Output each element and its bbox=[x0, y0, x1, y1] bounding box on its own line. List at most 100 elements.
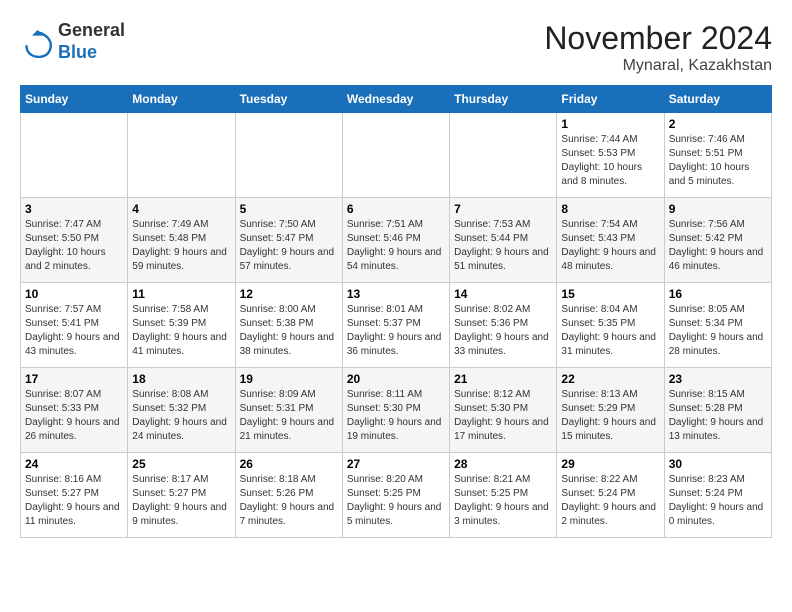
day-number: 24 bbox=[25, 457, 123, 471]
day-info: Sunrise: 8:05 AMSunset: 5:34 PMDaylight:… bbox=[669, 303, 767, 359]
day-info: Sunrise: 8:16 AMSunset: 5:27 PMDaylight:… bbox=[25, 473, 123, 529]
day-number: 4 bbox=[132, 202, 230, 216]
day-number: 20 bbox=[347, 372, 445, 386]
calendar-week-row: 10 Sunrise: 7:57 AMSunset: 5:41 PMDayligh… bbox=[21, 283, 772, 368]
logo-icon bbox=[20, 26, 52, 58]
day-number: 5 bbox=[240, 202, 338, 216]
day-number: 18 bbox=[132, 372, 230, 386]
day-number: 25 bbox=[132, 457, 230, 471]
day-info: Sunrise: 8:18 AMSunset: 5:26 PMDaylight:… bbox=[240, 473, 338, 529]
day-info: Sunrise: 8:00 AMSunset: 5:38 PMDaylight:… bbox=[240, 303, 338, 359]
calendar-cell: 14Sunrise: 8:02 AMSunset: 5:36 PMDayligh… bbox=[450, 283, 557, 368]
calendar-cell: 17 Sunrise: 8:07 AMSunset: 5:33 PMDayligh… bbox=[21, 368, 128, 453]
day-info: Sunrise: 8:13 AMSunset: 5:29 PMDaylight:… bbox=[561, 388, 659, 444]
day-info: Sunrise: 7:53 AMSunset: 5:44 PMDaylight:… bbox=[454, 218, 552, 274]
weekday-header: Sunday bbox=[21, 86, 128, 113]
weekday-header: Wednesday bbox=[342, 86, 449, 113]
calendar-cell: 8 Sunrise: 7:54 AMSunset: 5:43 PMDaylight… bbox=[557, 198, 664, 283]
day-number: 27 bbox=[347, 457, 445, 471]
logo-text: General Blue bbox=[58, 20, 125, 63]
day-number: 23 bbox=[669, 372, 767, 386]
day-number: 8 bbox=[561, 202, 659, 216]
calendar-cell: 27Sunrise: 8:20 AMSunset: 5:25 PMDayligh… bbox=[342, 453, 449, 538]
day-info: Sunrise: 8:09 AMSunset: 5:31 PMDaylight:… bbox=[240, 388, 338, 444]
calendar-cell: 23Sunrise: 8:15 AMSunset: 5:28 PMDayligh… bbox=[664, 368, 771, 453]
day-number: 30 bbox=[669, 457, 767, 471]
day-number: 13 bbox=[347, 287, 445, 301]
calendar-cell: 11Sunrise: 7:58 AMSunset: 5:39 PMDayligh… bbox=[128, 283, 235, 368]
day-info: Sunrise: 8:12 AMSunset: 5:30 PMDaylight:… bbox=[454, 388, 552, 444]
day-info: Sunrise: 8:02 AMSunset: 5:36 PMDaylight:… bbox=[454, 303, 552, 359]
calendar-cell: 12Sunrise: 8:00 AMSunset: 5:38 PMDayligh… bbox=[235, 283, 342, 368]
day-info: Sunrise: 7:46 AMSunset: 5:51 PMDaylight:… bbox=[669, 133, 767, 189]
calendar-cell bbox=[342, 113, 449, 198]
weekday-header: Saturday bbox=[664, 86, 771, 113]
month-title: November 2024 bbox=[544, 20, 772, 57]
calendar-cell: 10 Sunrise: 7:57 AMSunset: 5:41 PMDayligh… bbox=[21, 283, 128, 368]
day-number: 22 bbox=[561, 372, 659, 386]
calendar-cell: 26 Sunrise: 8:18 AMSunset: 5:26 PMDayligh… bbox=[235, 453, 342, 538]
calendar-week-row: 3 Sunrise: 7:47 AMSunset: 5:50 PMDaylight… bbox=[21, 198, 772, 283]
calendar-body: 1 Sunrise: 7:44 AMSunset: 5:53 PMDaylight… bbox=[21, 113, 772, 538]
calendar-cell: 16 Sunrise: 8:05 AMSunset: 5:34 PMDayligh… bbox=[664, 283, 771, 368]
day-number: 1 bbox=[561, 117, 659, 131]
day-number: 19 bbox=[240, 372, 338, 386]
calendar-cell bbox=[21, 113, 128, 198]
location: Mynaral, Kazakhstan bbox=[544, 57, 772, 75]
calendar-cell: 19 Sunrise: 8:09 AMSunset: 5:31 PMDayligh… bbox=[235, 368, 342, 453]
day-info: Sunrise: 8:17 AMSunset: 5:27 PMDaylight:… bbox=[132, 473, 230, 529]
calendar-week-row: 1 Sunrise: 7:44 AMSunset: 5:53 PMDaylight… bbox=[21, 113, 772, 198]
day-info: Sunrise: 8:23 AMSunset: 5:24 PMDaylight:… bbox=[669, 473, 767, 529]
day-info: Sunrise: 7:57 AMSunset: 5:41 PMDaylight:… bbox=[25, 303, 123, 359]
day-number: 17 bbox=[25, 372, 123, 386]
day-info: Sunrise: 8:07 AMSunset: 5:33 PMDaylight:… bbox=[25, 388, 123, 444]
day-info: Sunrise: 7:51 AMSunset: 5:46 PMDaylight:… bbox=[347, 218, 445, 274]
day-info: Sunrise: 7:54 AMSunset: 5:43 PMDaylight:… bbox=[561, 218, 659, 274]
day-number: 16 bbox=[669, 287, 767, 301]
calendar-cell: 13Sunrise: 8:01 AMSunset: 5:37 PMDayligh… bbox=[342, 283, 449, 368]
calendar-cell: 4Sunrise: 7:49 AMSunset: 5:48 PMDaylight… bbox=[128, 198, 235, 283]
calendar-cell: 25 Sunrise: 8:17 AMSunset: 5:27 PMDayligh… bbox=[128, 453, 235, 538]
weekday-row: SundayMondayTuesdayWednesdayThursdayFrid… bbox=[21, 86, 772, 113]
calendar-cell: 24 Sunrise: 8:16 AMSunset: 5:27 PMDayligh… bbox=[21, 453, 128, 538]
weekday-header: Monday bbox=[128, 86, 235, 113]
calendar-cell: 29 Sunrise: 8:22 AMSunset: 5:24 PMDayligh… bbox=[557, 453, 664, 538]
day-number: 10 bbox=[25, 287, 123, 301]
calendar-cell: 9Sunrise: 7:56 AMSunset: 5:42 PMDaylight… bbox=[664, 198, 771, 283]
day-number: 9 bbox=[669, 202, 767, 216]
day-info: Sunrise: 7:58 AMSunset: 5:39 PMDaylight:… bbox=[132, 303, 230, 359]
calendar-cell: 21 Sunrise: 8:12 AMSunset: 5:30 PMDayligh… bbox=[450, 368, 557, 453]
calendar-cell: 20 Sunrise: 8:11 AMSunset: 5:30 PMDayligh… bbox=[342, 368, 449, 453]
page-header: General Blue November 2024 Mynaral, Kaza… bbox=[20, 20, 772, 75]
calendar-week-row: 24 Sunrise: 8:16 AMSunset: 5:27 PMDayligh… bbox=[21, 453, 772, 538]
day-info: Sunrise: 8:21 AMSunset: 5:25 PMDaylight:… bbox=[454, 473, 552, 529]
day-number: 29 bbox=[561, 457, 659, 471]
weekday-header: Friday bbox=[557, 86, 664, 113]
calendar-cell: 28 Sunrise: 8:21 AMSunset: 5:25 PMDayligh… bbox=[450, 453, 557, 538]
day-number: 2 bbox=[669, 117, 767, 131]
day-number: 26 bbox=[240, 457, 338, 471]
day-info: Sunrise: 7:44 AMSunset: 5:53 PMDaylight:… bbox=[561, 133, 659, 189]
day-number: 15 bbox=[561, 287, 659, 301]
calendar-cell: 22 Sunrise: 8:13 AMSunset: 5:29 PMDayligh… bbox=[557, 368, 664, 453]
day-info: Sunrise: 8:11 AMSunset: 5:30 PMDaylight:… bbox=[347, 388, 445, 444]
day-number: 6 bbox=[347, 202, 445, 216]
calendar-cell bbox=[235, 113, 342, 198]
day-number: 7 bbox=[454, 202, 552, 216]
calendar-cell: 7 Sunrise: 7:53 AMSunset: 5:44 PMDaylight… bbox=[450, 198, 557, 283]
calendar-cell: 1 Sunrise: 7:44 AMSunset: 5:53 PMDaylight… bbox=[557, 113, 664, 198]
weekday-header: Thursday bbox=[450, 86, 557, 113]
day-info: Sunrise: 8:22 AMSunset: 5:24 PMDaylight:… bbox=[561, 473, 659, 529]
calendar-cell: 5 Sunrise: 7:50 AMSunset: 5:47 PMDaylight… bbox=[235, 198, 342, 283]
calendar-cell: 2 Sunrise: 7:46 AMSunset: 5:51 PMDaylight… bbox=[664, 113, 771, 198]
calendar-table: SundayMondayTuesdayWednesdayThursdayFrid… bbox=[20, 85, 772, 538]
calendar-week-row: 17 Sunrise: 8:07 AMSunset: 5:33 PMDayligh… bbox=[21, 368, 772, 453]
title-block: November 2024 Mynaral, Kazakhstan bbox=[544, 20, 772, 75]
day-info: Sunrise: 7:50 AMSunset: 5:47 PMDaylight:… bbox=[240, 218, 338, 274]
weekday-header: Tuesday bbox=[235, 86, 342, 113]
calendar-cell: 15Sunrise: 8:04 AMSunset: 5:35 PMDayligh… bbox=[557, 283, 664, 368]
day-number: 3 bbox=[25, 202, 123, 216]
day-number: 28 bbox=[454, 457, 552, 471]
day-number: 21 bbox=[454, 372, 552, 386]
day-info: Sunrise: 7:47 AMSunset: 5:50 PMDaylight:… bbox=[25, 218, 123, 274]
